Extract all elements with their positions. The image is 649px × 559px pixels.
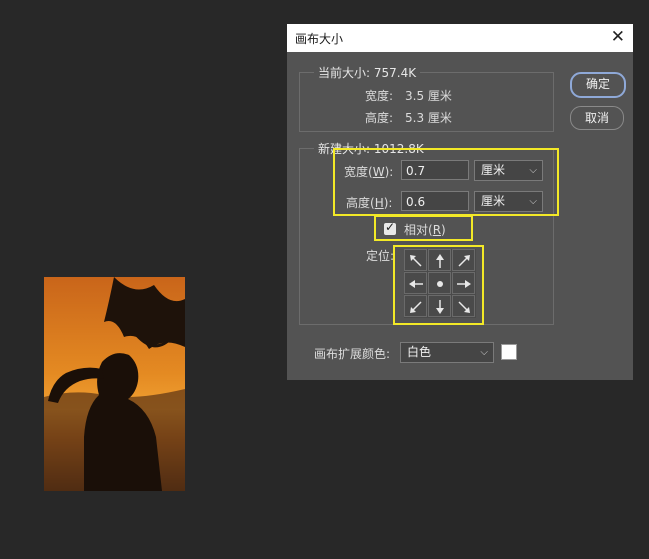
anchor-bottom-left[interactable] <box>404 295 427 317</box>
extension-color-label: 画布扩展颜色: <box>314 347 391 361</box>
close-icon[interactable]: ✕ <box>611 27 625 47</box>
canvas-size-dialog: 画布大小 ✕ 当前大小: 757.4K 宽度: 3.5 厘米 高度: 5.3 厘… <box>287 24 633 380</box>
height-unit-select[interactable]: 厘米 ⌵ <box>474 191 543 212</box>
extension-color-swatch[interactable] <box>501 344 517 360</box>
chevron-down-icon: ⌵ <box>480 347 488 358</box>
height-unit-value: 厘米 <box>481 194 506 208</box>
current-size-legend: 当前大小: 757.4K <box>314 64 421 81</box>
arrow-ne-icon <box>458 255 470 267</box>
arrow-se-icon <box>458 301 470 313</box>
anchor-grid <box>404 249 476 318</box>
ok-button[interactable]: 确定 <box>570 72 626 98</box>
current-size-group: 当前大小: 757.4K 宽度: 3.5 厘米 高度: 5.3 厘米 <box>299 64 554 132</box>
current-width-value: 3.5 厘米 <box>405 89 452 103</box>
relative-label-key: R <box>432 223 442 237</box>
anchor-top-right[interactable] <box>452 249 475 271</box>
arrow-n-icon <box>436 254 444 268</box>
arrow-nw-icon <box>410 255 422 267</box>
anchor-dot-icon <box>437 281 443 287</box>
check-icon: ✓ <box>385 220 396 234</box>
width-unit-value: 厘米 <box>481 163 506 177</box>
new-height-label-prefix: 高度( <box>346 196 375 210</box>
anchor-top-center[interactable] <box>428 249 451 271</box>
current-height-value: 5.3 厘米 <box>405 111 452 125</box>
anchor-center[interactable] <box>428 272 451 294</box>
extension-color-value: 白色 <box>407 345 432 359</box>
chevron-down-icon: ⌵ <box>529 196 537 207</box>
anchor-label: 定位: <box>366 249 395 263</box>
new-height-label: 高度(H): <box>346 194 392 211</box>
new-width-label-prefix: 宽度( <box>344 165 373 179</box>
chevron-down-icon: ⌵ <box>529 165 537 176</box>
anchor-bottom-center[interactable] <box>428 295 451 317</box>
width-unit-select[interactable]: 厘米 ⌵ <box>474 160 543 181</box>
new-height-label-key: H <box>374 196 384 210</box>
relative-label-suffix: ) <box>441 223 446 237</box>
current-width-label: 宽度: <box>365 89 394 103</box>
anchor-bottom-right[interactable] <box>452 295 475 317</box>
cancel-button[interactable]: 取消 <box>570 106 624 130</box>
title-bar: 画布大小 ✕ <box>287 24 633 52</box>
silhouette-photo <box>44 277 185 491</box>
new-width-label: 宽度(W): <box>344 163 393 180</box>
new-width-label-key: W <box>372 165 385 179</box>
current-height-label: 高度: <box>365 111 394 125</box>
anchor-middle-right[interactable] <box>452 272 475 294</box>
extension-color-select[interactable]: 白色 ⌵ <box>400 342 494 363</box>
new-size-legend: 新建大小: 1012.8K <box>314 140 428 157</box>
relative-label[interactable]: 相对(R) <box>404 221 446 238</box>
relative-checkbox[interactable]: ✓ <box>384 220 396 235</box>
new-height-input[interactable]: 0.6 <box>401 191 469 211</box>
arrow-e-icon <box>457 280 471 288</box>
anchor-top-left[interactable] <box>404 249 427 271</box>
dialog-title: 画布大小 <box>295 32 344 46</box>
arrow-sw-icon <box>410 301 422 313</box>
relative-label-prefix: 相对( <box>404 223 433 237</box>
arrow-w-icon <box>409 280 423 288</box>
canvas-image <box>44 277 185 491</box>
new-width-label-suffix: ): <box>384 165 394 179</box>
new-height-label-suffix: ): <box>383 196 393 210</box>
new-width-input[interactable]: 0.7 <box>401 160 469 180</box>
anchor-middle-left[interactable] <box>404 272 427 294</box>
arrow-s-icon <box>436 300 444 314</box>
